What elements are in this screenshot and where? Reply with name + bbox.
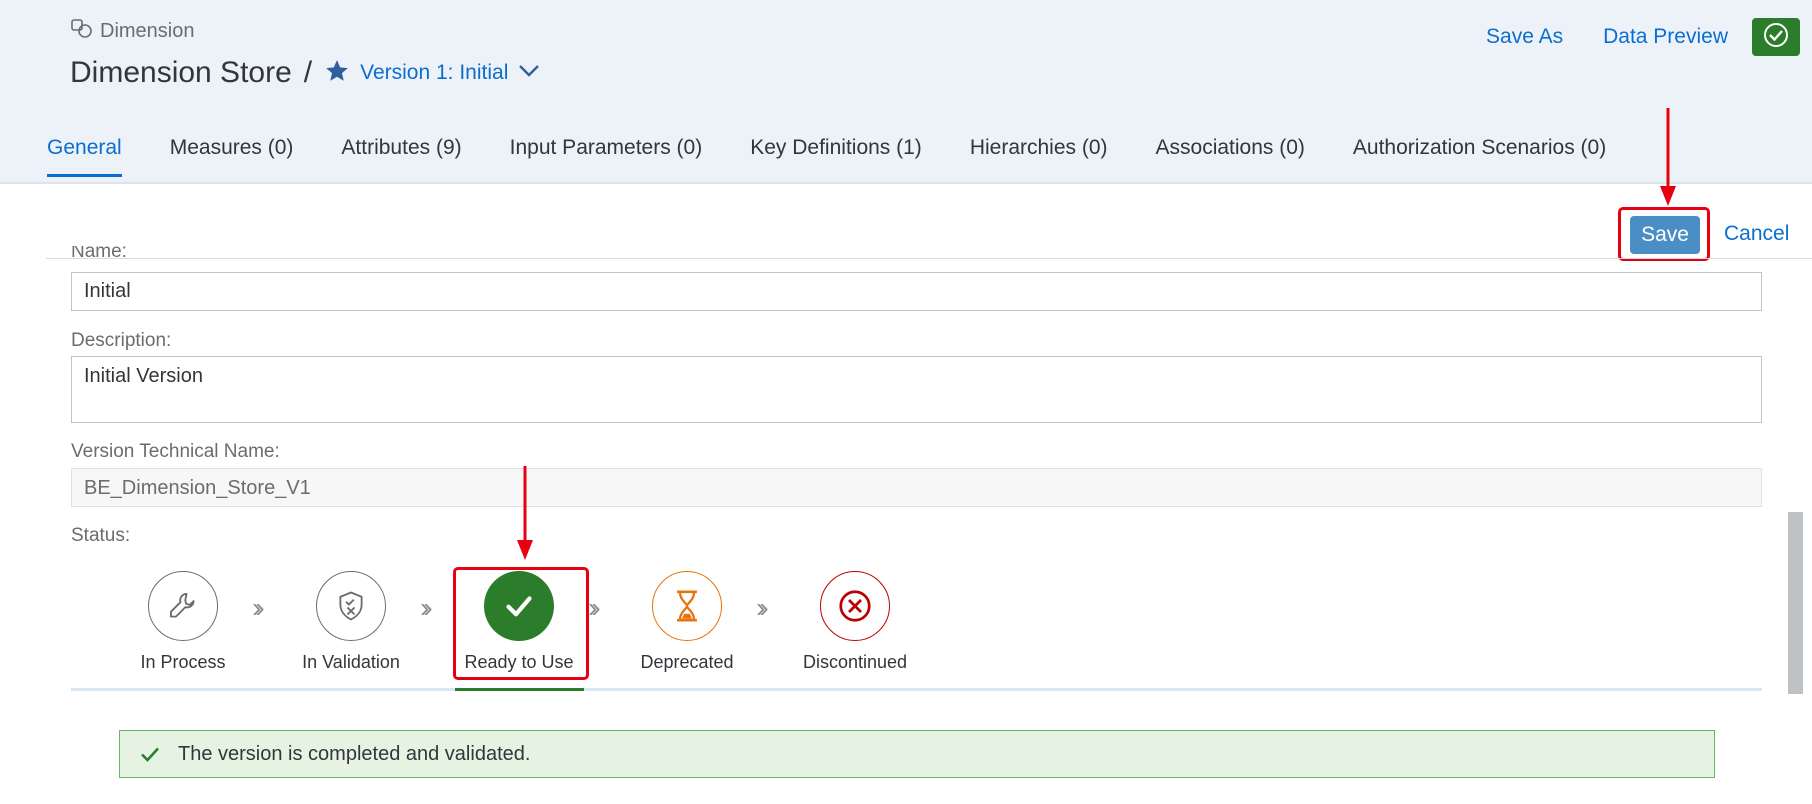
section-divider <box>46 258 1812 259</box>
success-message-strip: The version is completed and validated. <box>119 730 1715 778</box>
status-step-label: Discontinued <box>802 652 908 672</box>
success-check-icon <box>138 742 162 766</box>
title-row: Dimension Store / Version 1: Initial <box>70 56 540 90</box>
title-separator: / <box>303 56 313 89</box>
tech-name-field: BE_Dimension_Store_V1 <box>71 468 1762 507</box>
cancel-button[interactable]: Cancel <box>1724 222 1789 246</box>
annotation-arrow-status <box>517 466 533 560</box>
shield-x-icon <box>316 571 386 641</box>
ready-highlight-box <box>453 567 589 680</box>
save-highlight-box <box>1618 207 1710 261</box>
description-label: Description: <box>71 330 172 351</box>
description-field[interactable]: Initial Version <box>71 356 1762 423</box>
circle-x-icon <box>820 571 890 641</box>
tab-attributes[interactable]: Attributes (9) <box>341 136 461 177</box>
tab-general[interactable]: General <box>47 136 122 177</box>
name-field[interactable] <box>71 272 1762 311</box>
double-chevron-icon: ›› <box>756 592 768 623</box>
star-icon[interactable] <box>324 58 350 89</box>
data-preview-button[interactable]: Data Preview <box>1603 25 1728 49</box>
annotation-arrow-save <box>1660 108 1676 206</box>
dimension-icon <box>70 16 94 46</box>
activate-button[interactable] <box>1752 18 1800 56</box>
name-label: Name: <box>71 246 127 258</box>
tab-associations[interactable]: Associations (0) <box>1156 136 1305 177</box>
double-chevron-icon: ›› <box>252 592 264 623</box>
status-step-label: In Validation <box>302 652 400 672</box>
scrollbar-thumb[interactable] <box>1788 512 1803 694</box>
page-title: Dimension Store <box>70 56 292 89</box>
header-actions: Save As Data Preview <box>1486 18 1800 56</box>
tab-hierarchies[interactable]: Hierarchies (0) <box>970 136 1108 177</box>
breadcrumb: Dimension <box>70 16 194 46</box>
status-step-deprecated[interactable]: Deprecated <box>632 571 742 673</box>
tab-input-parameters[interactable]: Input Parameters (0) <box>510 136 703 177</box>
tab-measures[interactable]: Measures (0) <box>170 136 294 177</box>
tab-bar: General Measures (0) Attributes (9) Inpu… <box>47 136 1654 177</box>
tab-authorization-scenarios[interactable]: Authorization Scenarios (0) <box>1353 136 1606 177</box>
chevron-down-icon[interactable] <box>518 64 540 83</box>
status-track-line <box>71 688 1762 691</box>
double-chevron-icon: ›› <box>420 592 432 623</box>
status-step-in-process[interactable]: In Process <box>128 571 238 673</box>
status-label: Status: <box>71 525 131 546</box>
save-as-button[interactable]: Save As <box>1486 25 1563 49</box>
wrench-icon <box>148 571 218 641</box>
breadcrumb-label: Dimension <box>100 19 195 42</box>
status-step-in-validation[interactable]: In Validation <box>296 571 406 673</box>
status-step-label: Deprecated <box>640 652 734 672</box>
status-step-label: In Process <box>140 652 226 672</box>
hourglass-icon <box>652 571 722 641</box>
success-message-text: The version is completed and validated. <box>178 742 531 765</box>
check-circle-icon <box>1762 21 1790 54</box>
status-step-discontinued[interactable]: Discontinued <box>800 571 910 673</box>
active-step-indicator <box>455 688 584 691</box>
version-selector[interactable]: Version 1: Initial <box>360 61 508 85</box>
tab-key-definitions[interactable]: Key Definitions (1) <box>750 136 922 177</box>
page-header: Dimension Dimension Store / Version 1: I… <box>0 0 1812 184</box>
tech-name-label: Version Technical Name: <box>71 441 280 462</box>
